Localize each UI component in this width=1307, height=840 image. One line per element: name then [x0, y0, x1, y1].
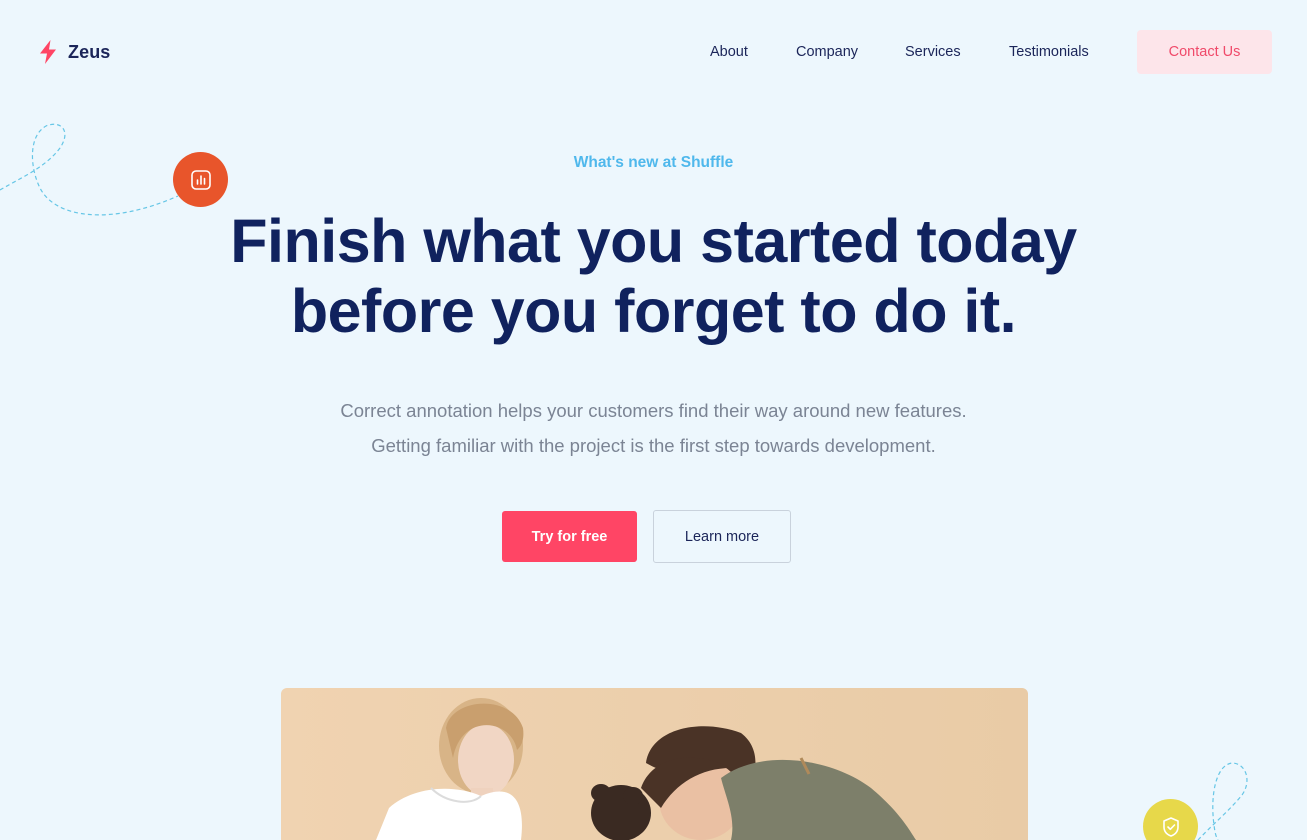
brand-logo[interactable]: Zeus	[38, 40, 110, 64]
lightning-bolt-icon	[40, 40, 56, 64]
people-illustration	[376, 698, 916, 840]
hero-photo	[281, 688, 1028, 840]
learn-more-button[interactable]: Learn more	[653, 510, 791, 563]
landing-page: Zeus About Company Services Testimonials…	[0, 0, 1307, 840]
try-for-free-button[interactable]: Try for free	[502, 511, 637, 562]
hero-subtext-line-2: Getting familiar with the project is the…	[371, 435, 936, 456]
hero-headline: Finish what you started today before you…	[0, 206, 1307, 346]
brand-name: Zeus	[68, 41, 111, 62]
hero-subtext-line-1: Correct annotation helps your customers …	[340, 400, 967, 421]
nav-link-services[interactable]: Services	[905, 44, 961, 60]
hero-eyebrow: What's new at Shuffle	[573, 154, 734, 171]
nav-link-about[interactable]: About	[710, 44, 748, 60]
dashed-curve-right-decoration	[1197, 762, 1248, 840]
nav-link-testimonials[interactable]: Testimonials	[1009, 44, 1089, 60]
hero-headline-line-2: before you forget to do it.	[290, 277, 1017, 345]
site-header: Zeus About Company Services Testimonials…	[0, 0, 1307, 105]
contact-us-button[interactable]: Contact Us	[1137, 30, 1272, 74]
shield-check-icon	[1162, 816, 1179, 837]
hero-subtext: Correct annotation helps your customers …	[0, 393, 1307, 463]
hero-headline-line-1: Finish what you started today	[230, 207, 1077, 275]
nav-link-company[interactable]: Company	[796, 44, 858, 60]
